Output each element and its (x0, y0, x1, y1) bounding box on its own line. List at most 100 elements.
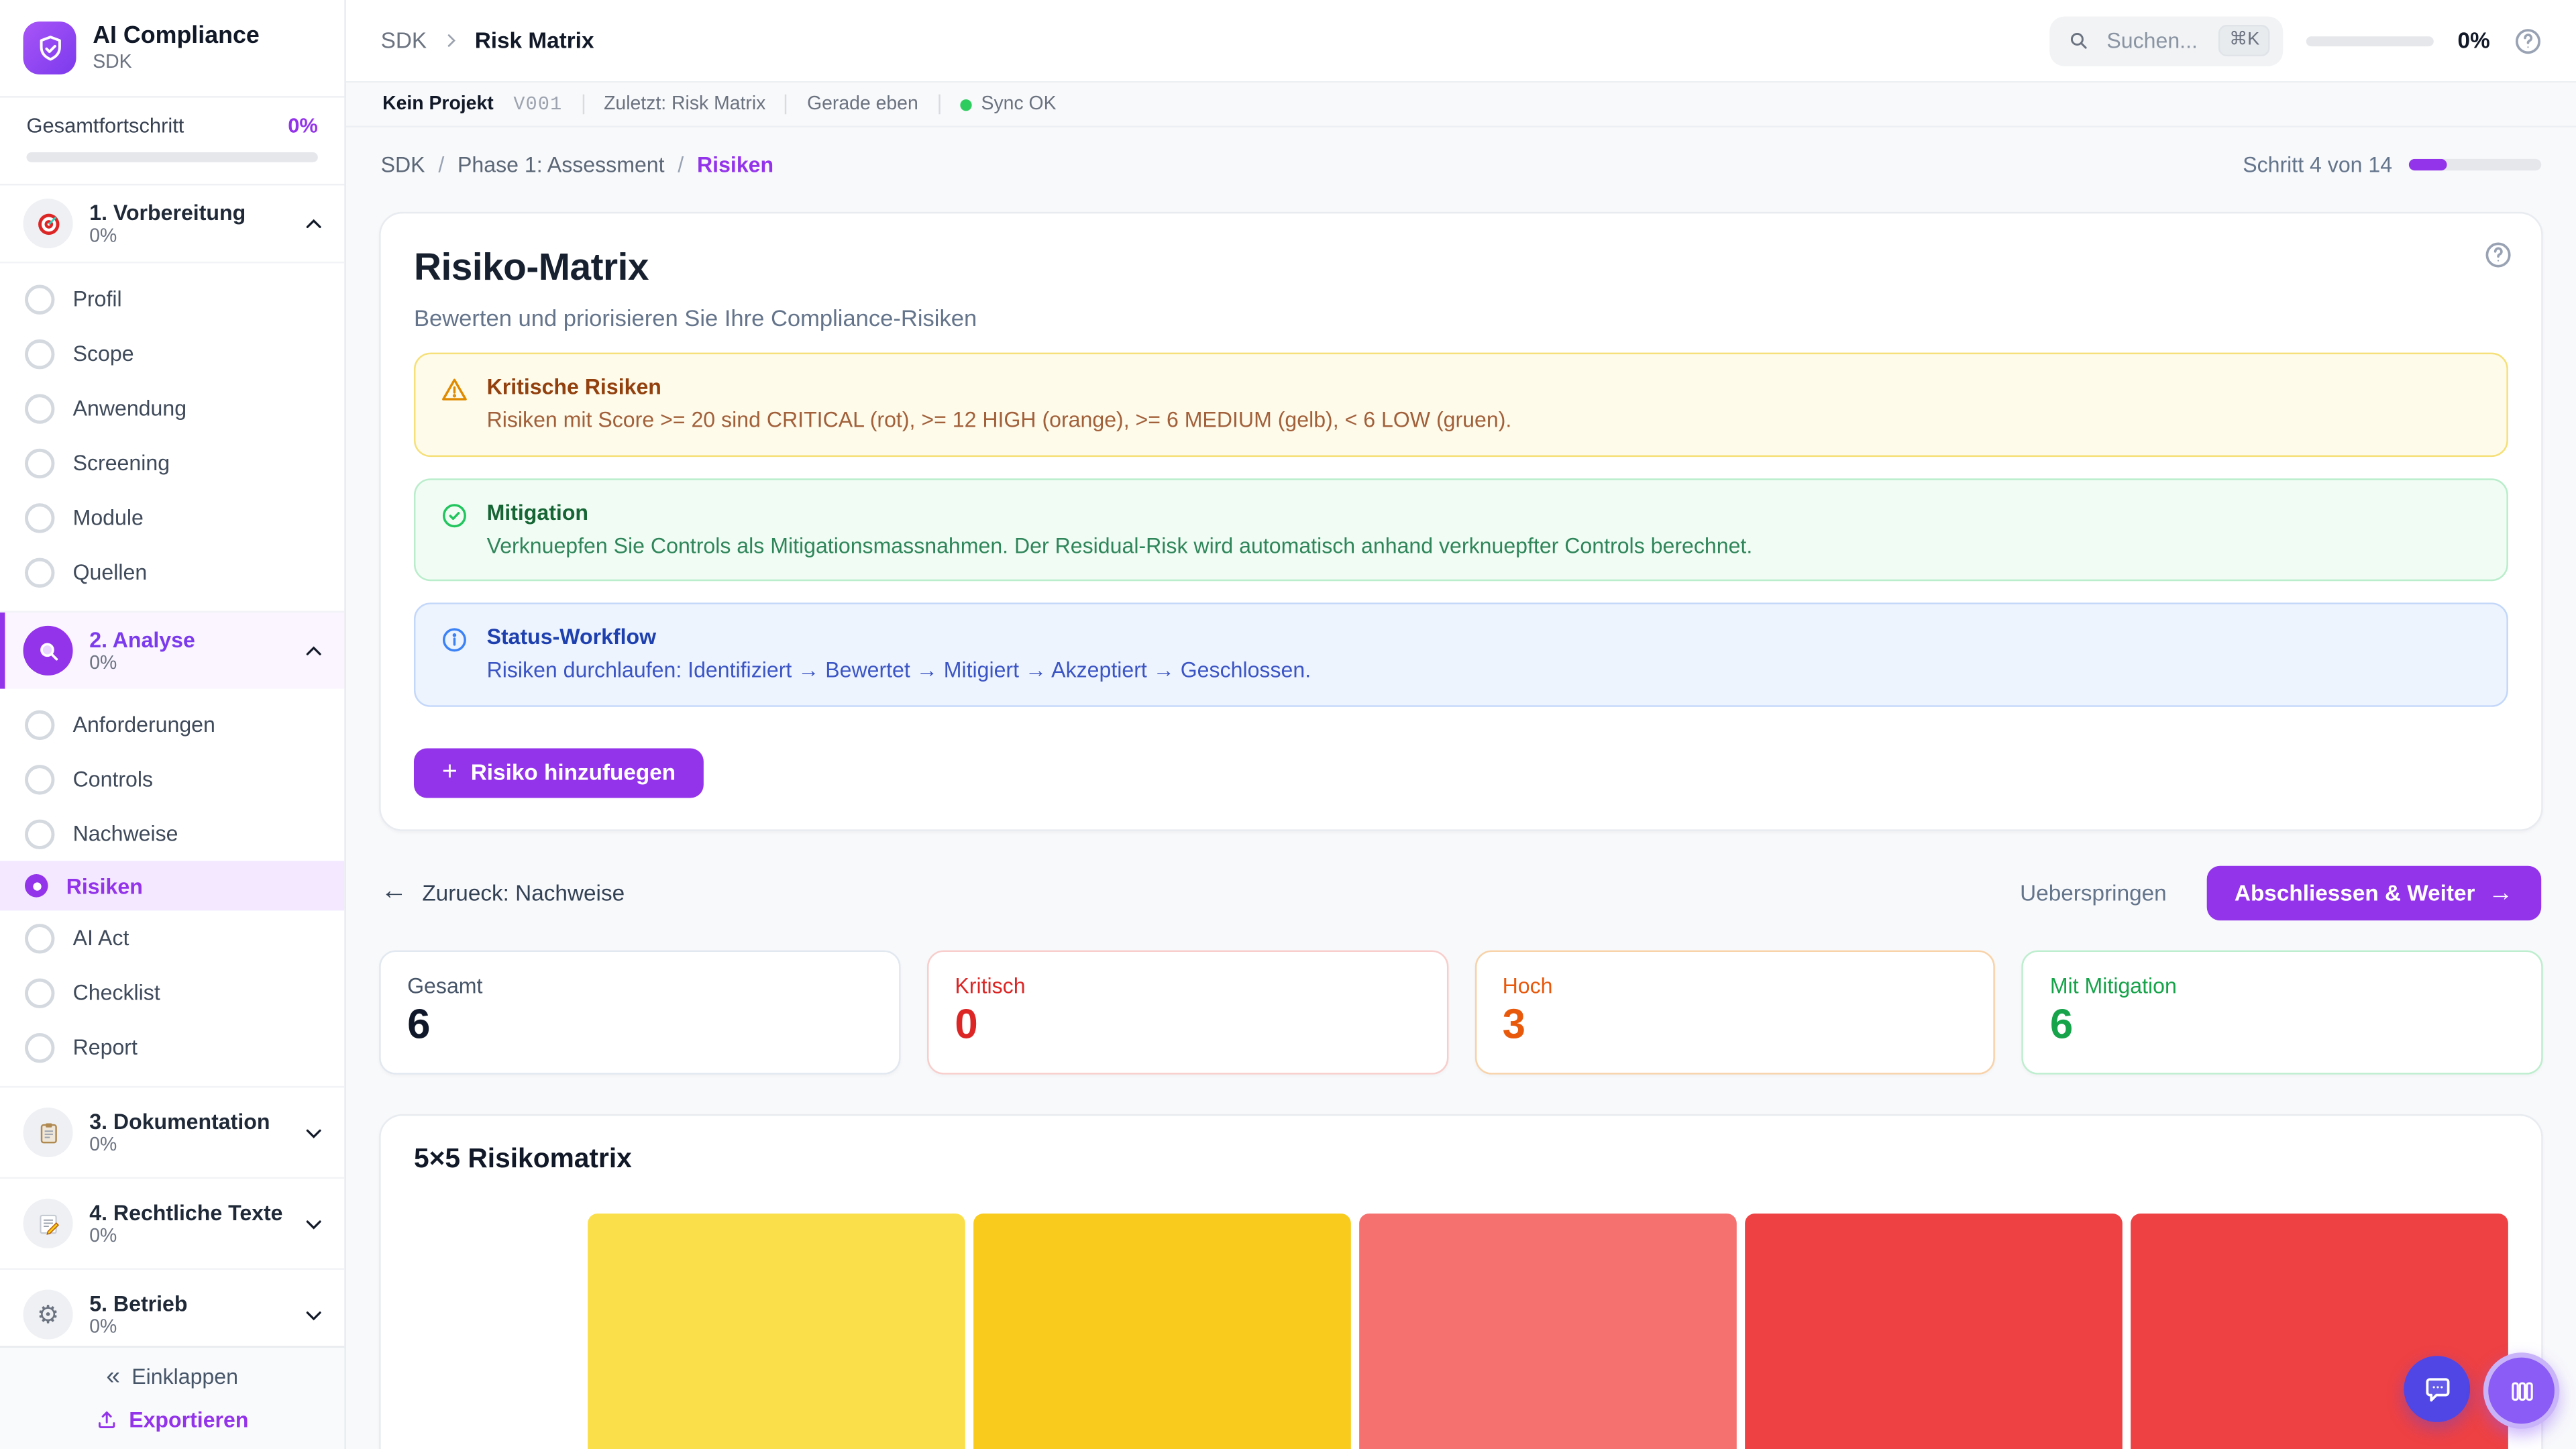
stat-value: 3 (1503, 1003, 1968, 1049)
sidebar-item-checklist[interactable]: Checklist (0, 965, 344, 1020)
section-label: 1. Vorbereitung (89, 200, 286, 225)
radio-icon (25, 448, 54, 478)
sidebar-item-risiken[interactable]: Risiken (0, 861, 344, 910)
sidebar-item-ai-act[interactable]: AI Act (0, 910, 344, 965)
clipboard-icon (23, 1108, 73, 1157)
sidebar-item-controls[interactable]: Controls (0, 751, 344, 806)
section-items: Anforderungen Controls Nachweise Risiken… (0, 689, 344, 1086)
divider (786, 95, 787, 115)
complete-and-next-button[interactable]: Abschliessen & Weiter → (2206, 865, 2541, 920)
overall-progress-track (26, 152, 317, 162)
add-risk-button[interactable]: + Risiko hinzufuegen (414, 748, 704, 798)
stat-value: 0 (955, 1003, 1419, 1049)
radio-icon (25, 818, 54, 848)
matrix-cell[interactable] (973, 1214, 1351, 1449)
double-chevron-left-icon: « (106, 1364, 120, 1389)
breadcrumb-phase[interactable]: Phase 1: Assessment (458, 152, 665, 177)
sidebar-item-report[interactable]: Report (0, 1020, 344, 1074)
risk-matrix-card: Risiko-Matrix Bewerten und priorisieren … (379, 212, 2543, 830)
sidebar-section-dokumentation[interactable]: 3. Dokumentation 0% (0, 1086, 344, 1177)
matrix-cell[interactable] (1359, 1214, 1737, 1449)
matrix-cell[interactable] (1745, 1214, 2123, 1449)
sidebar-section-betrieb[interactable]: ⚙ 5. Betrieb 0% (0, 1268, 344, 1346)
app-window: AI Compliance SDK Gesamtfortschritt 0% 1… (0, 0, 2576, 1449)
section-label: 4. Rechtliche Texte (89, 1199, 286, 1225)
collapse-sidebar-button[interactable]: « Einklappen (97, 1362, 248, 1391)
breadcrumb-root[interactable]: SDK (381, 28, 427, 53)
upload-icon (96, 1409, 117, 1430)
sidebar-header: AI Compliance SDK (0, 0, 344, 98)
chat-fab-button[interactable] (2404, 1356, 2470, 1422)
alert-text: Risiken mit Score >= 20 sind CRITICAL (r… (487, 406, 1512, 435)
radio-icon (25, 284, 54, 313)
radio-selected-icon (25, 874, 48, 898)
sidebar: AI Compliance SDK Gesamtfortschritt 0% 1… (0, 0, 346, 1449)
risk-matrix-grid-card: 5×5 Risikomatrix (379, 1114, 2543, 1449)
magnifier-icon (23, 626, 73, 676)
alert-text: Risiken durchlaufen: Identifiziert → Bew… (487, 656, 1311, 685)
radio-icon (25, 709, 54, 739)
shield-check-icon (34, 32, 66, 64)
header-progress-track (2307, 36, 2434, 46)
warning-triangle-icon (440, 376, 468, 435)
panels-fab-button[interactable] (2483, 1352, 2560, 1429)
top-bar: SDK Risk Matrix ⌘K 0% (346, 0, 2576, 83)
sidebar-item-module[interactable]: Module (0, 490, 344, 544)
stat-card-mit-mitigation: Mit Mitigation 6 (2022, 950, 2543, 1075)
sidebar-item-anforderungen[interactable]: Anforderungen (0, 697, 344, 751)
sidebar-item-scope[interactable]: Scope (0, 326, 344, 380)
sidebar-section-vorbereitung[interactable]: 1. Vorbereitung 0% (0, 185, 344, 262)
divider (582, 95, 584, 115)
export-button[interactable]: Exportieren (86, 1405, 258, 1434)
search-input[interactable]: ⌘K (2050, 15, 2284, 65)
overall-progress-label: Gesamtfortschritt (26, 114, 184, 138)
radio-icon (25, 764, 54, 794)
chevron-up-icon (303, 213, 325, 234)
overall-progress: Gesamtfortschritt 0% (0, 98, 344, 186)
status-bar: Kein Projekt V001 Zuletzt: Risk Matrix G… (346, 83, 2576, 127)
breadcrumb-risiken: Risiken (697, 152, 773, 177)
sidebar-item-screening[interactable]: Screening (0, 435, 344, 490)
step-progress: Schritt 4 von 14 (2243, 152, 2541, 177)
breadcrumb-sdk[interactable]: SDK (381, 152, 425, 177)
stat-cards: Gesamt 6 Kritisch 0 Hoch 3 Mit Mitigatio… (379, 950, 2543, 1075)
stat-value: 6 (407, 1003, 872, 1049)
help-circle-icon[interactable] (2513, 25, 2542, 55)
app-logo (23, 21, 76, 74)
section-items: Profil Scope Anwendung Screening Module … (0, 262, 344, 611)
search-icon (2069, 30, 2090, 51)
sync-ok-dot-icon (959, 99, 971, 110)
skip-link[interactable]: Ueberspringen (2020, 880, 2167, 905)
sidebar-section-analyse[interactable]: 2. Analyse 0% (0, 611, 344, 689)
chevron-right-icon (441, 32, 460, 50)
last-visited: Zuletzt: Risk Matrix (604, 95, 765, 115)
search-field[interactable] (2103, 26, 2206, 54)
radio-icon (25, 977, 54, 1007)
help-circle-icon[interactable] (2483, 240, 2513, 270)
arrow-right-icon: → (2488, 879, 2513, 907)
version-badge: V001 (513, 93, 562, 115)
alert-mitigation: Mitigation Verknuepfen Sie Controls als … (414, 478, 2508, 581)
stat-label: Gesamt (407, 973, 872, 998)
chat-bubble-icon (2421, 1373, 2453, 1405)
sidebar-item-profil[interactable]: Profil (0, 272, 344, 326)
memo-pencil-icon (23, 1199, 73, 1248)
page-breadcrumb-row: SDK / Phase 1: Assessment / Risiken Schr… (381, 152, 2542, 177)
matrix-row-label-column (414, 1214, 580, 1449)
sidebar-item-anwendung[interactable]: Anwendung (0, 381, 344, 435)
matrix-grid (414, 1214, 2508, 1449)
page-content: SDK / Phase 1: Assessment / Risiken Schr… (346, 127, 2576, 1449)
sidebar-item-quellen[interactable]: Quellen (0, 545, 344, 599)
sync-status: Sync OK (959, 95, 1056, 115)
breadcrumb-current: Risk Matrix (475, 28, 594, 53)
matrix-cell[interactable] (588, 1214, 965, 1449)
chevron-up-icon (303, 640, 325, 661)
chevron-down-icon (303, 1303, 325, 1325)
sidebar-item-nachweise[interactable]: Nachweise (0, 806, 344, 861)
stat-card-kritisch: Kritisch 0 (926, 950, 1448, 1075)
check-circle-icon (440, 501, 468, 560)
alert-status-workflow: Status-Workflow Risiken durchlaufen: Ide… (414, 603, 2508, 706)
back-link[interactable]: ← Zurueck: Nachweise (381, 879, 625, 906)
app-subtitle: SDK (93, 53, 260, 73)
sidebar-section-rechtliche-texte[interactable]: 4. Rechtliche Texte 0% (0, 1177, 344, 1269)
